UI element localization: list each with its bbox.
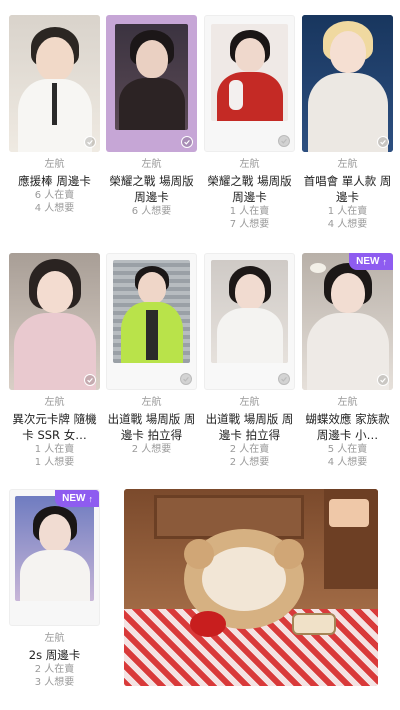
card-wanted: 2 人想要 [229, 456, 270, 468]
card-wanted: 4 人想要 [34, 202, 75, 214]
card-selling: 1 人在賣 [229, 206, 270, 217]
card-title: 蝴蝶效應 家族款 周邊卡 小… [305, 412, 390, 442]
product-photo [204, 15, 295, 152]
check-circle-icon [84, 374, 96, 386]
product-card[interactable]: 左航 出道戰 場周版 周邊卡 拍立得 2 人想要 [106, 253, 197, 457]
card-selling: 2 人在賣 [34, 664, 75, 675]
card-group: 左航 [337, 159, 358, 170]
product-photo: NEW ↑ [302, 253, 393, 390]
check-circle-icon [278, 135, 290, 147]
card-selling: 1 人在賣 [34, 444, 75, 455]
card-group: 左航 [44, 397, 65, 408]
product-card[interactable]: 左航 榮耀之戰 場周版 周邊卡 6 人想要 [106, 15, 197, 219]
new-badge: NEW ↑ [55, 490, 99, 507]
card-group: 左航 [141, 159, 162, 170]
card-wanted: 4 人想要 [327, 456, 368, 468]
product-card[interactable]: 左航 首唱會 單人款 周邊卡 1 人在賣 4 人想要 [302, 15, 393, 231]
check-circle-icon [278, 373, 290, 385]
card-title: 應援棒 周邊卡 [18, 174, 91, 188]
product-photo [204, 253, 295, 390]
product-photo [9, 253, 100, 390]
card-wanted: 4 人想要 [327, 218, 368, 230]
card-wanted: 7 人想要 [229, 218, 270, 230]
card-title: 出道戰 場周版 周邊卡 拍立得 [107, 412, 196, 442]
card-wanted: 1 人想要 [34, 456, 75, 468]
product-photo [9, 15, 100, 152]
product-photo: NEW ↑ [9, 489, 100, 626]
card-group: 左航 [239, 397, 260, 408]
product-photo [302, 15, 393, 152]
product-photo [106, 15, 197, 152]
arrow-up-icon: ↑ [88, 493, 94, 504]
card-wanted: 2 人想要 [131, 444, 172, 455]
card-wanted: 6 人想要 [131, 206, 172, 217]
new-badge: NEW ↑ [349, 253, 393, 270]
card-title: 榮耀之戰 場周版 周邊卡 [207, 174, 292, 204]
card-wanted: 3 人想要 [34, 676, 75, 688]
card-selling: 5 人在賣 [327, 444, 368, 455]
card-title: 榮耀之戰 場周版 周邊卡 [109, 174, 194, 204]
card-title: 出道戰 場周版 周邊卡 拍立得 [205, 412, 294, 442]
card-group: 左航 [239, 159, 260, 170]
card-title: 異次元卡牌 隨機卡 SSR 女… [12, 412, 97, 442]
card-group: 左航 [337, 397, 358, 408]
card-title: 首唱會 單人款 周邊卡 [303, 174, 392, 204]
product-photo [106, 253, 197, 390]
card-selling: 1 人在賣 [327, 206, 368, 217]
product-card[interactable]: 左航 出道戰 場周版 周邊卡 拍立得 2 人在賣 2 人想要 [204, 253, 295, 469]
check-circle-icon [84, 136, 96, 148]
product-card[interactable]: 左航 應援棒 周邊卡 6 人在賣 4 人想要 [9, 15, 100, 215]
card-group: 左航 [141, 397, 162, 408]
check-circle-icon [181, 136, 193, 148]
card-selling: 2 人在賣 [229, 444, 270, 455]
check-circle-icon [180, 373, 192, 385]
card-title: 2s 周邊卡 [28, 648, 81, 662]
product-card[interactable]: 左航 榮耀之戰 場周版 周邊卡 1 人在賣 7 人想要 [204, 15, 295, 231]
plush-photo [124, 489, 378, 686]
card-selling: 6 人在賣 [34, 190, 75, 201]
product-card[interactable]: NEW ↑ 左航 2s 周邊卡 2 人在賣 3 人想要 [9, 489, 100, 689]
card-group: 左航 [44, 633, 65, 644]
arrow-up-icon: ↑ [382, 256, 388, 267]
product-card[interactable]: 左航 異次元卡牌 隨機卡 SSR 女… 1 人在賣 1 人想要 [9, 253, 100, 469]
card-group: 左航 [44, 159, 65, 170]
product-card[interactable]: NEW ↑ 左航 蝴蝶效應 家族款 周邊卡 小… 5 人在賣 4 人想要 [302, 253, 393, 469]
check-circle-icon [377, 136, 389, 148]
check-circle-icon [377, 374, 389, 386]
